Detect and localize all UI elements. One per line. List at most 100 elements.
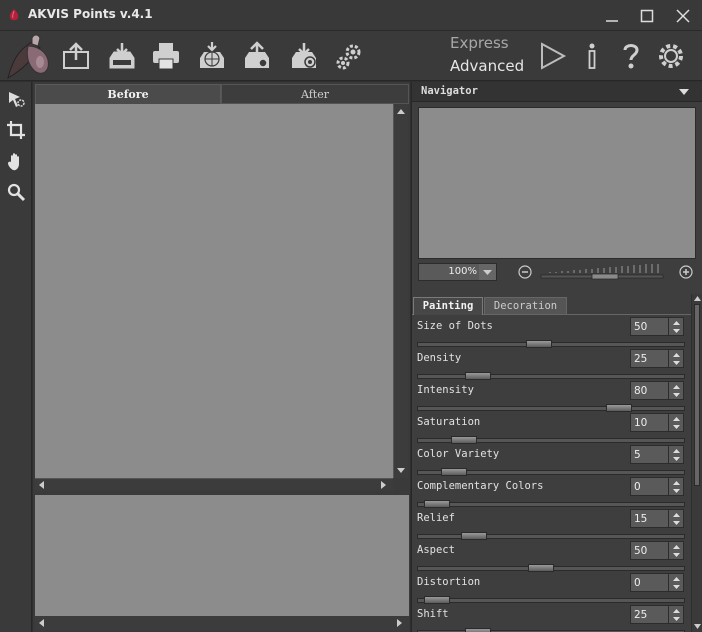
param-spinner[interactable] <box>668 445 684 464</box>
tab-before[interactable]: Before <box>35 84 221 104</box>
param-slider-thumb[interactable] <box>424 596 450 604</box>
param-label: Aspect <box>417 544 455 556</box>
param-value-input[interactable]: 25 <box>630 349 669 368</box>
param-spinner[interactable] <box>668 381 684 400</box>
param-slider-thumb[interactable] <box>451 436 477 444</box>
param-spinner[interactable] <box>668 605 684 624</box>
param-value-input[interactable]: 50 <box>630 541 669 560</box>
spin-arrows-icon <box>673 545 680 557</box>
preferences-icon[interactable] <box>333 40 365 72</box>
zoom-dropdown-button[interactable] <box>479 264 496 280</box>
save-image-icon[interactable] <box>106 40 138 72</box>
app-logo-icon <box>9 9 19 21</box>
param-slider-thumb[interactable] <box>526 340 552 348</box>
right-panel: Navigator 100% Painting Decoration Size … <box>411 82 702 632</box>
quick-selection-icon[interactable] <box>6 89 26 109</box>
param-slider-track[interactable] <box>417 534 685 539</box>
advanced-mode-button[interactable]: Advanced <box>450 57 524 75</box>
param-slider-thumb[interactable] <box>465 372 491 380</box>
maximize-button[interactable] <box>629 4 665 28</box>
express-mode-button[interactable]: Express <box>450 34 509 52</box>
close-icon <box>676 9 690 23</box>
param-label: Complementary Colors <box>417 480 544 492</box>
scroll-right-icon[interactable] <box>381 481 387 489</box>
param-spinner[interactable] <box>668 477 684 496</box>
param-spinner[interactable] <box>668 317 684 336</box>
scroll-down-icon[interactable] <box>694 624 701 629</box>
horizontal-scrollbar[interactable] <box>35 478 393 491</box>
param-slider-track[interactable] <box>417 502 685 507</box>
param-slider-track[interactable] <box>417 406 685 411</box>
spin-arrows-icon <box>673 321 680 333</box>
help-icon[interactable] <box>615 40 647 72</box>
tab-decoration[interactable]: Decoration <box>484 297 567 315</box>
scroll-up-icon[interactable] <box>397 108 405 114</box>
param-spinner[interactable] <box>668 573 684 592</box>
param-slider-thumb[interactable] <box>528 564 554 572</box>
zoom-icon[interactable] <box>6 182 26 202</box>
param-value-input[interactable]: 15 <box>630 509 669 528</box>
param-label: Color Variety <box>417 448 500 460</box>
param-value-input[interactable]: 80 <box>630 381 669 400</box>
scroll-right-icon[interactable] <box>397 619 403 627</box>
scroll-thumb[interactable] <box>694 304 700 486</box>
open-image-icon[interactable] <box>60 40 92 72</box>
param-slider-track[interactable] <box>417 374 685 379</box>
param-spinner[interactable] <box>668 541 684 560</box>
minimize-button[interactable] <box>594 4 630 28</box>
spin-arrows-icon <box>673 577 680 589</box>
param-value-input[interactable]: 10 <box>630 413 669 432</box>
share-icon[interactable] <box>241 40 273 72</box>
param-value-input[interactable]: 5 <box>630 445 669 464</box>
param-slider-thumb[interactable] <box>424 500 450 508</box>
param-label: Density <box>417 352 462 364</box>
window-title: AKVIS Points v.4.1 <box>28 7 153 21</box>
collapse-arrow-icon[interactable] <box>679 89 689 95</box>
param-slider-thumb[interactable] <box>465 628 491 632</box>
settings-icon[interactable] <box>655 40 687 72</box>
tab-painting[interactable]: Painting <box>413 297 483 315</box>
crop-icon[interactable] <box>6 120 26 140</box>
scroll-left-icon[interactable] <box>38 619 44 627</box>
param-slider-thumb[interactable] <box>461 532 487 540</box>
zoom-select[interactable]: 100% <box>418 263 497 281</box>
print-icon[interactable] <box>150 40 182 72</box>
zoom-slider[interactable] <box>540 262 664 280</box>
param-slider-track[interactable] <box>417 598 685 603</box>
publish-icon[interactable] <box>196 40 228 72</box>
batch-icon[interactable] <box>288 40 320 72</box>
title-bar: AKVIS Points v.4.1 <box>0 0 702 31</box>
param-slider-thumb[interactable] <box>441 468 467 476</box>
close-button[interactable] <box>665 4 701 28</box>
param-spinner[interactable] <box>668 413 684 432</box>
tools-panel <box>0 82 32 632</box>
zoom-out-icon[interactable] <box>518 265 532 279</box>
param-spinner[interactable] <box>668 509 684 528</box>
spin-arrows-icon <box>673 481 680 493</box>
settings-scrollbar[interactable] <box>691 294 702 632</box>
scroll-down-icon[interactable] <box>397 468 405 474</box>
scroll-left-icon[interactable] <box>38 481 44 489</box>
param-value-input[interactable]: 0 <box>630 573 669 592</box>
bottom-horizontal-scrollbar[interactable] <box>35 616 409 630</box>
param-row: Aspect 50 <box>412 541 690 573</box>
navigator-preview[interactable] <box>418 107 696 259</box>
spin-arrows-icon <box>673 353 680 365</box>
param-spinner[interactable] <box>668 349 684 368</box>
vertical-scrollbar[interactable] <box>393 104 408 478</box>
spin-arrows-icon <box>673 417 680 429</box>
after-canvas[interactable] <box>35 495 409 616</box>
param-value-input[interactable]: 0 <box>630 477 669 496</box>
zoom-value: 100% <box>448 266 477 277</box>
param-label: Intensity <box>417 384 474 396</box>
run-icon[interactable] <box>536 40 568 72</box>
info-icon[interactable] <box>576 40 608 72</box>
before-canvas[interactable] <box>35 104 393 478</box>
zoom-in-icon[interactable] <box>679 265 693 279</box>
param-slider-thumb[interactable] <box>606 404 632 412</box>
param-value-input[interactable]: 50 <box>630 317 669 336</box>
scroll-up-icon[interactable] <box>694 296 701 301</box>
tab-after[interactable]: After <box>221 84 409 104</box>
hand-icon[interactable] <box>6 152 26 172</box>
param-value-input[interactable]: 25 <box>630 605 669 624</box>
